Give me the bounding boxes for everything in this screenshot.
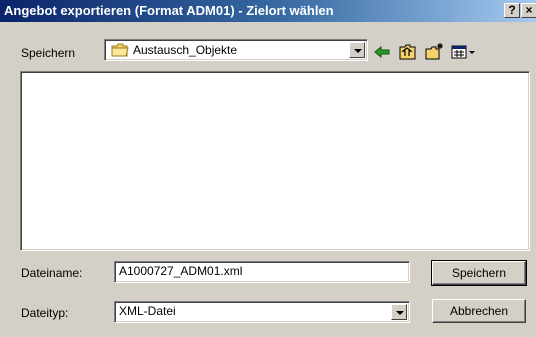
filename-value: A1000727_ADM01.xml (119, 264, 243, 278)
folder-icon (111, 43, 129, 57)
up-folder-icon[interactable] (398, 42, 418, 62)
filetype-select[interactable]: XML-Datei (114, 301, 410, 323)
filetype-label: Dateityp: (21, 306, 69, 320)
file-list[interactable] (20, 71, 530, 251)
title-bar[interactable]: Angebot exportieren (Format ADM01) - Zie… (0, 0, 536, 22)
new-folder-icon[interactable] (424, 42, 444, 62)
save-in-combo[interactable]: Austausch_Objekte (104, 39, 368, 61)
save-in-label: Speichern (21, 46, 76, 60)
save-in-value: Austausch_Objekte (133, 43, 238, 57)
filename-label: Dateiname: (21, 266, 83, 280)
back-arrow-icon[interactable] (372, 42, 392, 62)
help-button[interactable]: ? (504, 3, 520, 18)
cancel-button[interactable]: Abbrechen (432, 299, 526, 323)
filetype-value: XML-Datei (119, 304, 176, 318)
close-button[interactable]: × (521, 3, 536, 18)
filetype-dropdown-button[interactable] (391, 304, 407, 320)
filename-input[interactable]: A1000727_ADM01.xml (114, 261, 410, 283)
save-in-dropdown-button[interactable] (349, 42, 365, 58)
save-dialog: Angebot exportieren (Format ADM01) - Zie… (0, 0, 536, 337)
view-menu-icon[interactable] (450, 42, 478, 62)
save-button[interactable]: Speichern (431, 260, 527, 286)
window-title: Angebot exportieren (Format ADM01) - Zie… (4, 3, 334, 18)
